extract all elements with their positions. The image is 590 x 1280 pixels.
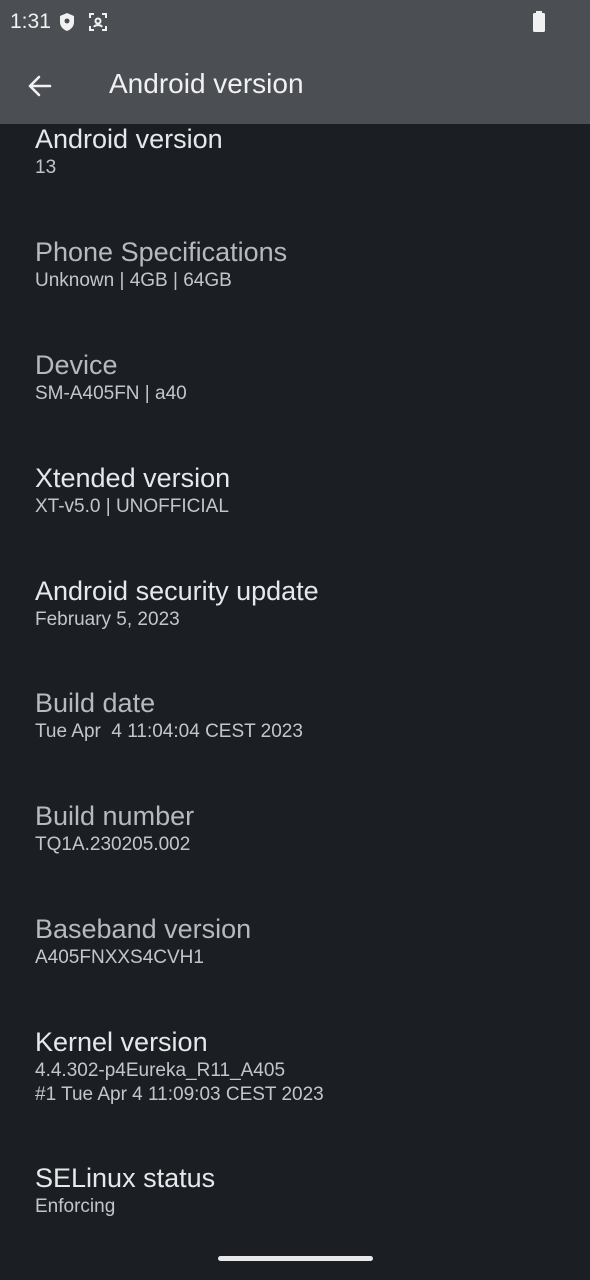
item-title: Build date <box>35 688 156 718</box>
item-xtended-version[interactable]: Xtended version XT-v5.0 | UNOFFICIAL <box>35 463 575 519</box>
item-build-number[interactable]: Build number TQ1A.230205.002 <box>35 801 575 857</box>
item-value: TQ1A.230205.002 <box>35 834 191 855</box>
back-button[interactable] <box>16 62 64 110</box>
item-title: Baseband version <box>35 914 252 944</box>
item-title: Kernel version <box>35 1027 208 1057</box>
item-title: SELinux status <box>35 1163 216 1193</box>
item-value: Unknown | 4GB | 64GB <box>35 270 232 291</box>
item-value: A405FNXXS4CVH1 <box>35 947 204 968</box>
status-bar: 1:31 <box>0 0 590 44</box>
item-value: Tue Apr 4 11:04:04 CEST 2023 <box>35 721 303 742</box>
item-value: Enforcing <box>35 1196 116 1217</box>
page-title: Android version <box>109 68 304 99</box>
shield-icon <box>58 12 76 37</box>
item-baseband-version[interactable]: Baseband version A405FNXXS4CVH1 <box>35 914 575 970</box>
item-title: Device <box>35 350 118 380</box>
item-build-date[interactable]: Build date Tue Apr 4 11:04:04 CEST 2023 <box>35 688 575 744</box>
item-value: 4.4.302-p4Eureka_R11_A405 #1 Tue Apr 4 1… <box>35 1060 324 1105</box>
status-time: 1:31 <box>10 10 51 33</box>
item-phone-specifications[interactable]: Phone Specifications Unknown | 4GB | 64G… <box>35 237 575 293</box>
item-value: SM-A405FN | a40 <box>35 383 187 404</box>
item-value: February 5, 2023 <box>35 609 180 630</box>
item-value: XT-v5.0 | UNOFFICIAL <box>35 496 229 517</box>
app-bar: Android version <box>0 44 590 124</box>
gesture-navigation-handle[interactable] <box>218 1256 373 1261</box>
item-kernel-version[interactable]: Kernel version 4.4.302-p4Eureka_R11_A405… <box>35 1027 575 1107</box>
screenshot-scan-icon <box>88 12 108 37</box>
item-title: Build number <box>35 801 195 831</box>
item-device[interactable]: Device SM-A405FN | a40 <box>35 350 575 406</box>
item-title: Android security update <box>35 576 319 606</box>
item-selinux-status[interactable]: SELinux status Enforcing <box>35 1163 575 1219</box>
battery-icon <box>532 11 546 38</box>
back-arrow-icon <box>28 75 52 97</box>
item-title: Android version <box>35 124 223 154</box>
item-android-security-update[interactable]: Android security update February 5, 2023 <box>35 576 575 632</box>
item-value: 13 <box>35 157 57 178</box>
item-title: Xtended version <box>35 463 231 493</box>
item-title: Phone Specifications <box>35 237 288 267</box>
top-bar: 1:31 Android version <box>0 0 590 124</box>
item-android-version[interactable]: Android version 13 <box>35 124 575 180</box>
